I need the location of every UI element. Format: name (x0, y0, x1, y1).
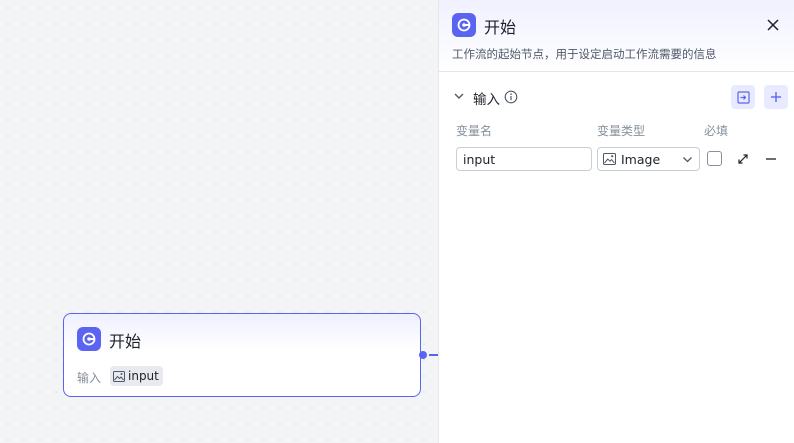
panel-title[interactable]: 开始 (484, 14, 516, 38)
image-icon (603, 153, 616, 165)
variable-type-value: Image (621, 151, 661, 167)
start-node-icon (77, 327, 101, 351)
close-icon[interactable] (764, 16, 782, 34)
workflow-canvas[interactable]: 开始 输入 input (0, 0, 439, 443)
import-variables-button[interactable] (731, 85, 755, 109)
panel-node-icon (452, 13, 476, 37)
start-node-output-handle[interactable] (419, 351, 427, 359)
start-node-title: 开始 (109, 332, 142, 351)
import-icon (736, 90, 750, 104)
start-node[interactable]: 开始 输入 input (63, 313, 421, 397)
column-header-type: 变量类型 (597, 124, 646, 138)
plus-icon (771, 92, 781, 102)
required-checkbox[interactable] (707, 151, 722, 166)
expand-icon[interactable] (735, 151, 751, 167)
variable-type-select[interactable]: Image (597, 147, 700, 171)
column-header-required: 必填 (704, 124, 729, 138)
start-node-variable-tag: input (110, 366, 163, 386)
node-config-panel: 开始 工作流的起始节点，用于设定启动工作流需要的信息 输入 变量名 变量类型 必… (438, 0, 794, 443)
chevron-down-icon[interactable] (452, 89, 466, 103)
column-header-name: 变量名 (456, 124, 493, 138)
chevron-down-icon (683, 157, 692, 163)
variable-name-input[interactable] (456, 147, 592, 171)
add-variable-button[interactable] (764, 85, 788, 109)
start-node-variable-name: input (128, 369, 159, 383)
input-section-title: 输入 (473, 92, 500, 108)
info-icon[interactable] (504, 89, 518, 104)
start-node-input-label: 输入 (77, 371, 102, 385)
image-icon (113, 370, 125, 382)
panel-header: 开始 工作流的起始节点，用于设定启动工作流需要的信息 (439, 0, 794, 72)
remove-variable-icon[interactable] (763, 151, 779, 167)
panel-description: 工作流的起始节点，用于设定启动工作流需要的信息 (452, 47, 717, 61)
